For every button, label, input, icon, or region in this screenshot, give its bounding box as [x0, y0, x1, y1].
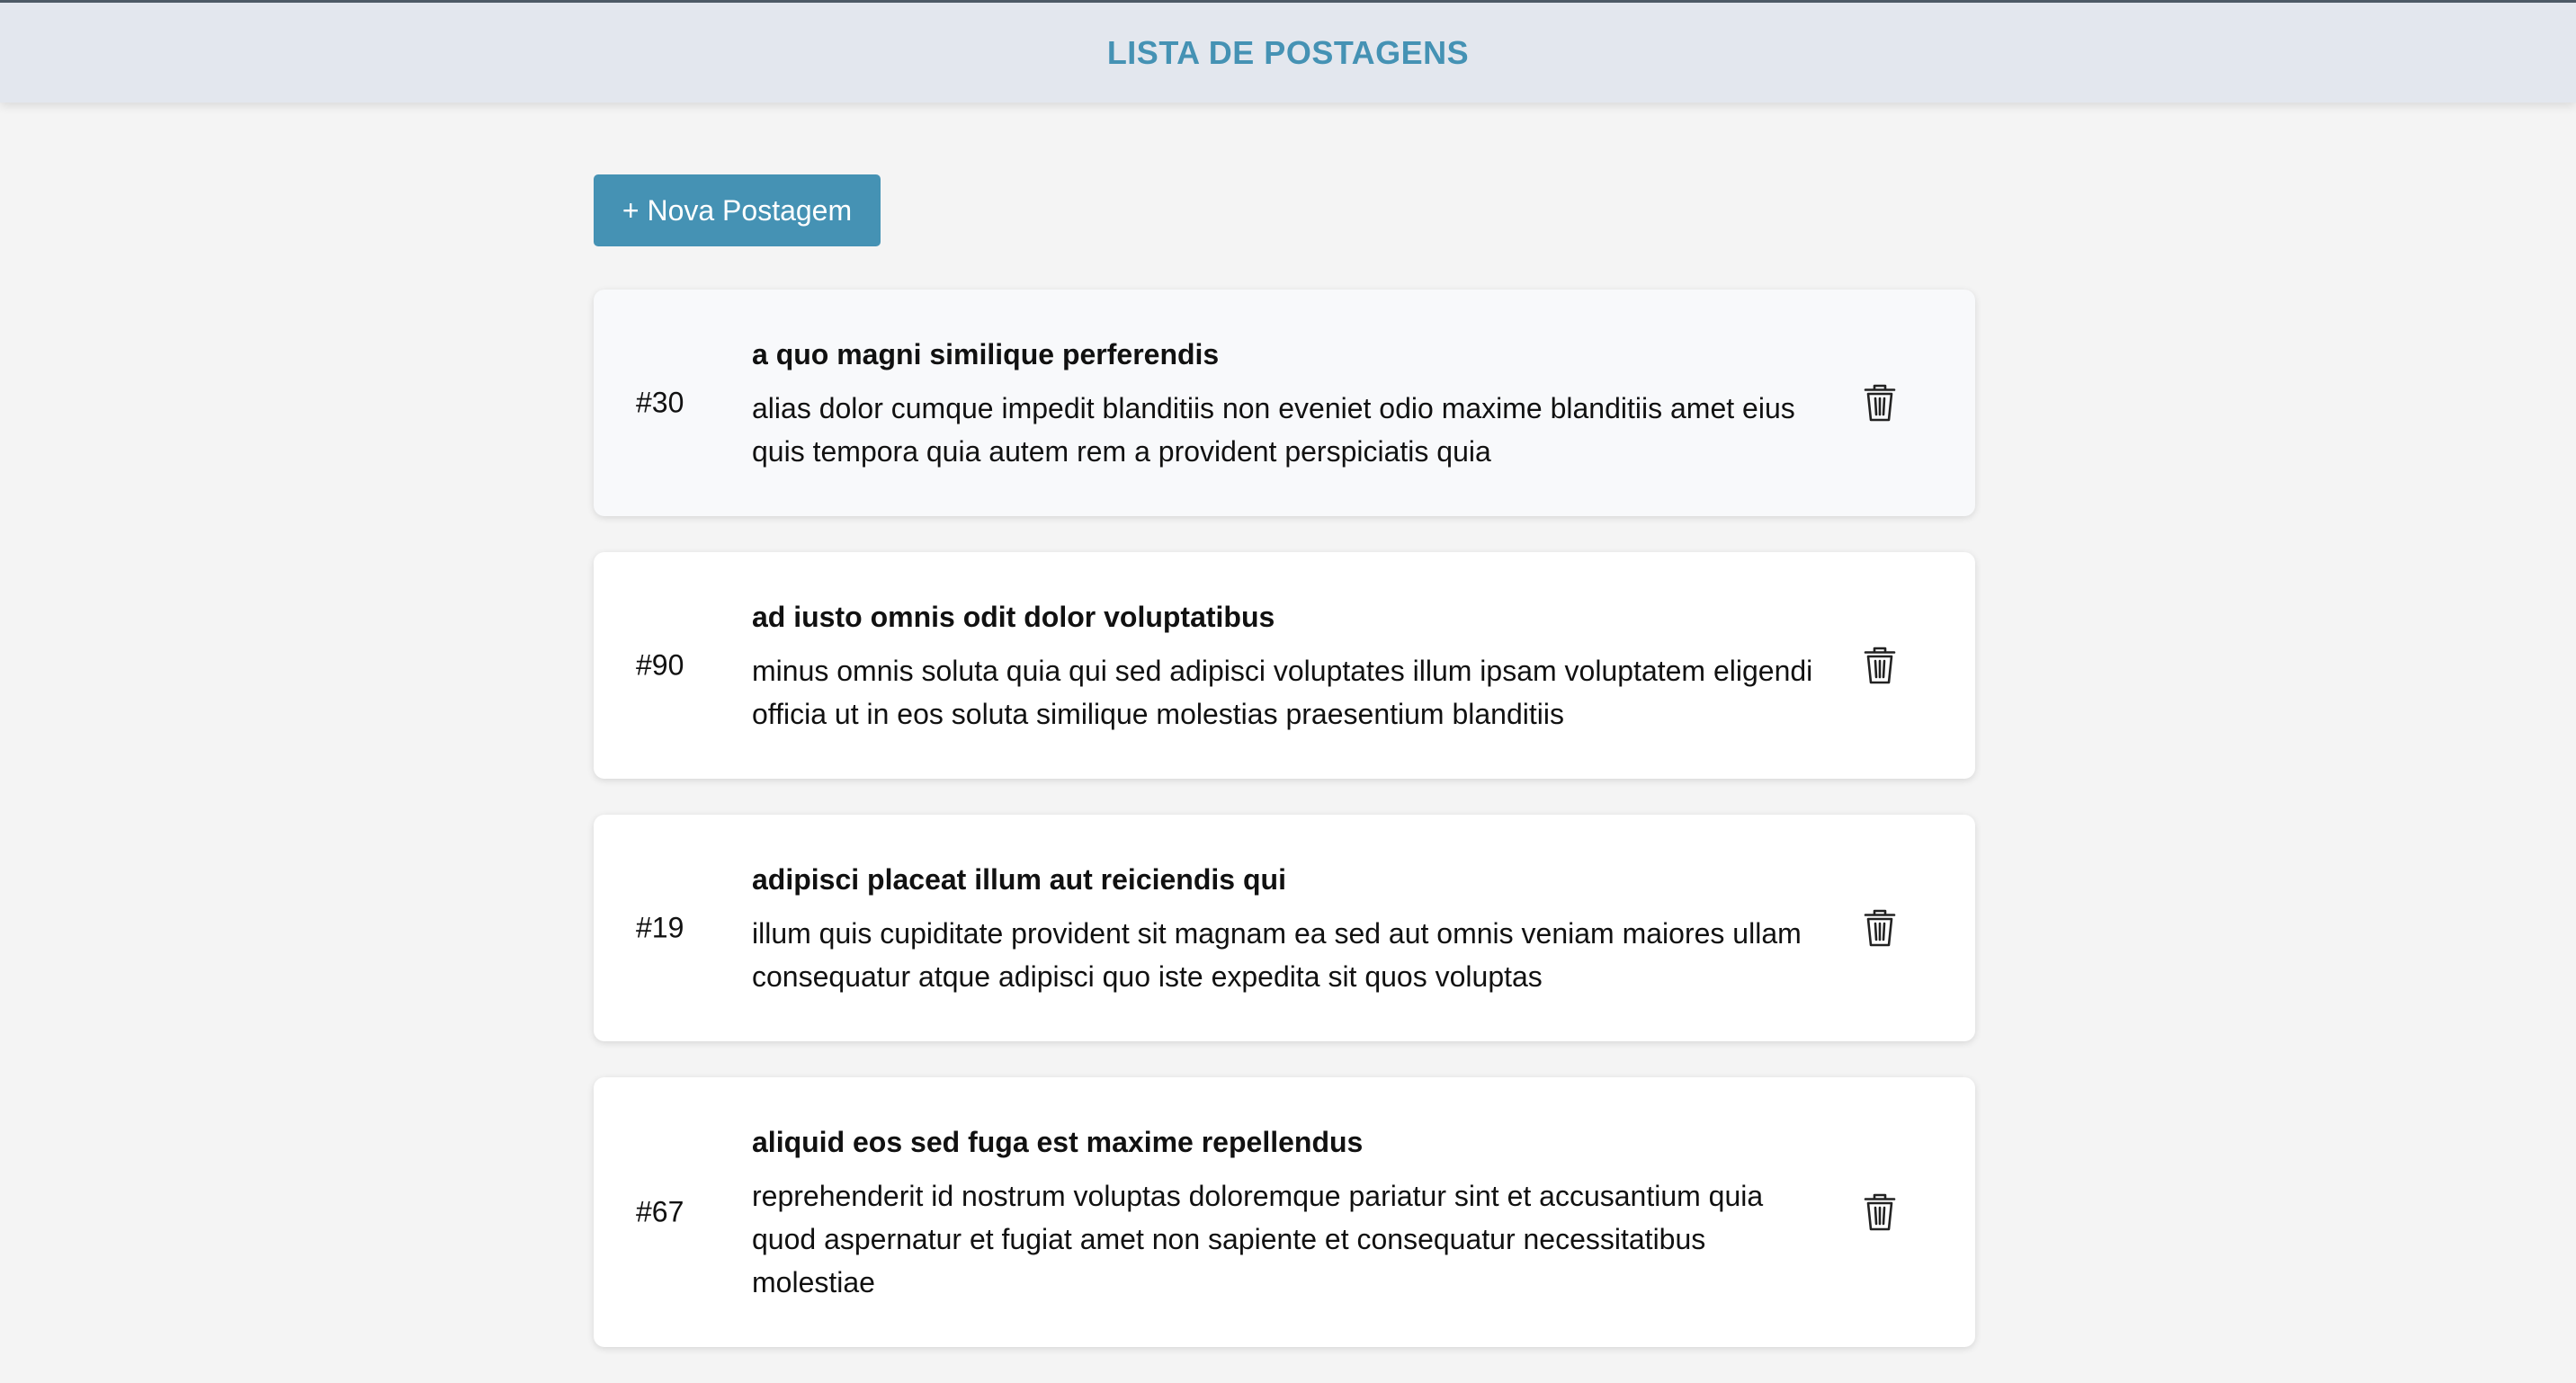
trash-icon[interactable] — [1860, 645, 1900, 686]
post-body: illum quis cupiditate provident sit magn… — [752, 917, 1802, 993]
post-body: alias dolor cumque impedit blanditiis no… — [752, 392, 1795, 468]
post-title: a quo magni similique perferendis — [752, 338, 1220, 370]
page-title: LISTA DE POSTAGENS — [1106, 33, 1470, 71]
post-card: #67 aliquid eos sed fuga est maxime repe… — [594, 1077, 1975, 1347]
post-id: #67 — [636, 1195, 684, 1228]
post-content: aliquid eos sed fuga est maxime repellen… — [752, 1124, 1831, 1304]
post-body: minus omnis soluta quia qui sed adipisci… — [752, 655, 1813, 730]
top-bar: LISTA DE POSTAGENS — [0, 0, 2576, 103]
post-id: #30 — [636, 386, 684, 419]
post-title: ad iusto omnis odit dolor voluptatibus — [752, 601, 1275, 633]
post-card: #90 ad iusto omnis odit dolor voluptatib… — [594, 552, 1975, 779]
post-body: reprehenderit id nostrum voluptas dolore… — [752, 1180, 1764, 1298]
post-id: #19 — [636, 911, 684, 944]
post-content: adipisci placeat illum aut reiciendis qu… — [752, 861, 1831, 998]
trash-icon[interactable] — [1860, 907, 1900, 949]
post-title: adipisci placeat illum aut reiciendis qu… — [752, 863, 1286, 896]
post-list: #30 a quo magni similique perferendis al… — [594, 290, 1975, 1383]
new-post-button[interactable]: + Nova Postagem — [594, 174, 881, 246]
post-card: #30 a quo magni similique perferendis al… — [594, 290, 1975, 516]
post-title: aliquid eos sed fuga est maxime repellen… — [752, 1126, 1364, 1158]
trash-icon[interactable] — [1860, 382, 1900, 424]
trash-icon[interactable] — [1860, 1191, 1900, 1233]
post-content: ad iusto omnis odit dolor voluptatibus m… — [752, 599, 1831, 736]
post-content: a quo magni similique perferendis alias … — [752, 336, 1831, 473]
post-card: #19 adipisci placeat illum aut reiciendi… — [594, 815, 1975, 1041]
post-id: #90 — [636, 648, 684, 682]
